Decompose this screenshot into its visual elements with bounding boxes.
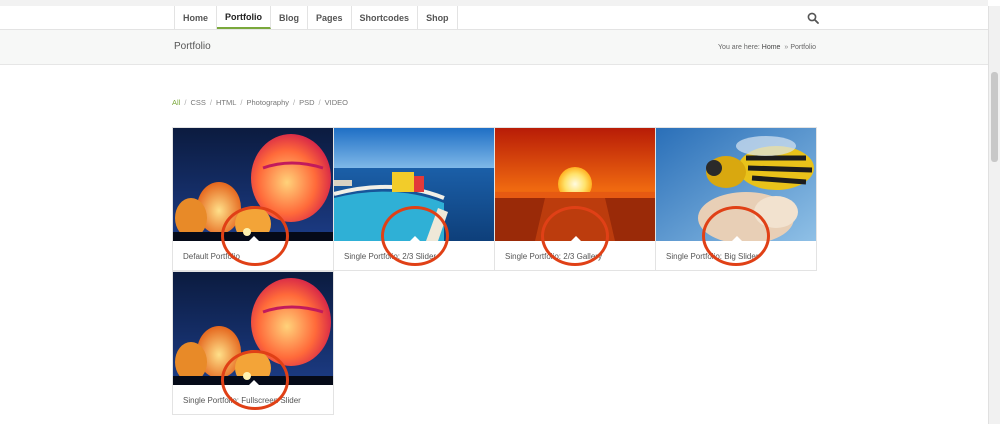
nav-item-pages[interactable]: Pages xyxy=(308,6,352,29)
sunset-image[interactable] xyxy=(495,128,655,241)
nav-item-home[interactable]: Home xyxy=(175,6,218,29)
scrollbar-thumb[interactable] xyxy=(991,72,998,162)
filter-psd[interactable]: PSD xyxy=(299,98,314,107)
filter-separator: / xyxy=(240,98,243,107)
portfolio-item-default-portfolio[interactable]: Default Portfolio xyxy=(172,127,334,271)
pool-ocean-image[interactable] xyxy=(334,128,494,241)
filter-css[interactable]: CSS xyxy=(190,98,205,107)
thumbnail-pointer xyxy=(410,236,420,241)
thumbnail-pointer xyxy=(732,236,742,241)
thumbnail-pointer xyxy=(249,236,259,241)
filter-photography[interactable]: Photography xyxy=(246,98,289,107)
filter-separator: / xyxy=(184,98,187,107)
breadcrumb-current: Portfolio xyxy=(790,44,816,51)
portfolio-item-caption[interactable]: Single Portfolio: 2/3 Slider xyxy=(344,252,436,261)
filter-all[interactable]: All xyxy=(172,98,180,107)
breadcrumb-separator: » xyxy=(784,44,789,51)
portfolio-filter-bar: All / CSS / HTML / Photography / PSD / V… xyxy=(172,98,348,107)
top-navigation-bar: Home Portfolio Blog Pages Shortcodes Sho… xyxy=(0,0,988,30)
nav-item-blog[interactable]: Blog xyxy=(271,6,309,29)
search-icon[interactable] xyxy=(807,12,819,24)
hot-air-balloons-image[interactable] xyxy=(173,128,333,241)
portfolio-item-caption[interactable]: Single Portfolio: Fullscreen Slider xyxy=(183,396,301,405)
filter-video[interactable]: VIDEO xyxy=(325,98,348,107)
page-scrollbar[interactable] xyxy=(988,6,1000,424)
portfolio-item-single-portfolio-fullscreen-slider[interactable]: Single Portfolio: Fullscreen Slider xyxy=(172,271,334,415)
portfolio-item-single-portfolio-big-slider[interactable]: Single Portfolio: Big Slider xyxy=(655,127,817,271)
portfolio-item-caption[interactable]: Single Portfolio: 2/3 Gallery xyxy=(505,252,602,261)
wasp-image[interactable] xyxy=(656,128,816,241)
page-title: Portfolio xyxy=(174,41,211,52)
portfolio-item-single-portfolio-2-3-gallery[interactable]: Single Portfolio: 2/3 Gallery xyxy=(494,127,656,271)
filter-html[interactable]: HTML xyxy=(216,98,236,107)
filter-separator: / xyxy=(318,98,321,107)
portfolio-item-caption[interactable]: Default Portfolio xyxy=(183,252,240,261)
thumbnail-pointer xyxy=(249,380,259,385)
nav-item-shortcodes[interactable]: Shortcodes xyxy=(352,6,419,29)
portfolio-item-caption[interactable]: Single Portfolio: Big Slider xyxy=(666,252,759,261)
filter-separator: / xyxy=(293,98,296,107)
filter-separator: / xyxy=(209,98,212,107)
breadcrumb: You are here: Home » Portfolio xyxy=(718,44,816,51)
nav-item-portfolio[interactable]: Portfolio xyxy=(217,6,272,29)
breadcrumb-home-link[interactable]: Home xyxy=(762,44,781,51)
portfolio-item-single-portfolio-2-3-slider[interactable]: Single Portfolio: 2/3 Slider xyxy=(333,127,495,271)
nav-item-shop[interactable]: Shop xyxy=(418,6,458,29)
page-title-bar: Portfolio You are here: Home » Portfolio xyxy=(0,30,988,65)
breadcrumb-prefix: You are here: xyxy=(718,44,760,51)
thumbnail-pointer xyxy=(571,236,581,241)
hot-air-balloons-image[interactable] xyxy=(173,272,333,385)
main-menu: Home Portfolio Blog Pages Shortcodes Sho… xyxy=(174,6,458,29)
